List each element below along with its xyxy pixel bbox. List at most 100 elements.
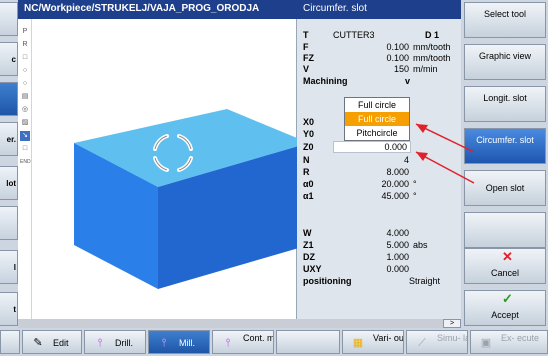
circle-icon[interactable]: ○ bbox=[20, 79, 30, 89]
left-softkey-7[interactable]: l bbox=[0, 250, 18, 284]
empty-bottom-softkey[interactable] bbox=[276, 330, 340, 354]
param-label: N bbox=[303, 155, 310, 165]
param-label: T bbox=[303, 30, 309, 40]
param-label: F bbox=[303, 42, 309, 52]
param-value[interactable]: 5.000 bbox=[337, 240, 409, 250]
panel-title: Circumfer. slot bbox=[297, 0, 461, 19]
param-value[interactable]: 0.100 bbox=[337, 53, 409, 63]
left-softkey-3[interactable] bbox=[0, 82, 18, 116]
dropdown-option-selected[interactable]: Full circle bbox=[345, 112, 409, 126]
open-slot-softkey[interactable]: Open slot bbox=[464, 170, 546, 206]
bottom-cut-softkey[interactable] bbox=[0, 330, 20, 354]
param-row-w: W 4.000 bbox=[297, 228, 461, 240]
execute-softkey[interactable]: ▣ Ex- ecute bbox=[470, 330, 548, 354]
program-path-title: NC/Workpiece/STRUKELJ/VAJA_PROG_ORODJA bbox=[18, 0, 297, 19]
param-label: FZ bbox=[303, 53, 314, 63]
contour-mill-icon: ⫯ bbox=[225, 337, 231, 349]
param-label: Machining bbox=[303, 76, 348, 86]
param-unit: m/min bbox=[413, 64, 438, 74]
param-value[interactable]: 45.000 bbox=[337, 191, 409, 201]
cancel-x-icon: ✕ bbox=[502, 249, 513, 264]
param-unit: mm/tooth bbox=[413, 42, 451, 52]
param-label: positioning bbox=[303, 276, 352, 286]
various-label: Vari- ous bbox=[373, 333, 404, 343]
hole-icon[interactable]: ◎ bbox=[20, 105, 30, 115]
accept-label: Accept bbox=[491, 310, 519, 320]
scroll-right-button[interactable]: > bbox=[443, 319, 461, 328]
cancel-softkey[interactable]: ✕ Cancel bbox=[464, 248, 546, 284]
circle-pocket-icon[interactable]: ○ bbox=[20, 66, 30, 76]
param-value[interactable]: 150 bbox=[337, 64, 409, 74]
pencil-icon: ✎ bbox=[33, 337, 43, 349]
param-label: Y0 bbox=[303, 129, 315, 139]
left-softkey-5[interactable]: lot bbox=[0, 166, 18, 200]
param-label: W bbox=[303, 228, 312, 238]
positioning-value[interactable]: Straight bbox=[409, 276, 440, 286]
left-softkey-6[interactable] bbox=[0, 206, 18, 240]
accept-softkey[interactable]: ✓ Accept bbox=[464, 290, 546, 326]
program-start-icon[interactable]: P bbox=[20, 27, 30, 37]
param-row-dz: DZ 1.000 bbox=[297, 252, 461, 264]
machining-value[interactable]: v bbox=[405, 76, 410, 86]
param-label: UXY bbox=[303, 264, 322, 274]
param-label: R bbox=[303, 167, 310, 177]
longit-slot-softkey[interactable]: Longit. slot bbox=[464, 86, 546, 122]
machining-dropdown[interactable]: Full circle Full circle Pitchcircle bbox=[344, 97, 410, 141]
param-row-machining: Machining v bbox=[297, 76, 461, 88]
param-label: Z1 bbox=[303, 240, 314, 250]
mill-softkey[interactable]: ⫯ Mill. bbox=[148, 330, 210, 354]
param-value[interactable]: 1.000 bbox=[337, 252, 409, 262]
tool-icon[interactable]: R bbox=[20, 40, 30, 50]
execute-icon: ▣ bbox=[480, 337, 492, 349]
left-softkey-4[interactable]: er. bbox=[0, 122, 18, 156]
param-row-uxy: UXY 0.000 bbox=[297, 264, 461, 276]
param-value[interactable]: 0.000 bbox=[337, 264, 409, 274]
various-softkey[interactable]: ▦ Vari- ous bbox=[342, 330, 404, 354]
param-unit: ° bbox=[413, 179, 417, 189]
param-value[interactable]: 8.000 bbox=[337, 167, 409, 177]
cont-mill-label: Cont. mill. bbox=[243, 333, 274, 343]
param-value[interactable]: 4.000 bbox=[337, 228, 409, 238]
dropdown-option[interactable]: Full circle bbox=[345, 98, 409, 112]
hatch-icon[interactable]: ▨ bbox=[20, 118, 30, 128]
drill-softkey[interactable]: ⫯ Drill. bbox=[84, 330, 146, 354]
frame-icon[interactable]: □ bbox=[20, 144, 30, 154]
param-value[interactable]: 20.000 bbox=[337, 179, 409, 189]
circumfer-slot-softkey[interactable]: Circumfer. slot bbox=[464, 128, 546, 164]
param-value[interactable]: 0.000 bbox=[333, 142, 407, 152]
left-softkey-2[interactable]: c bbox=[0, 42, 18, 76]
param-value[interactable]: 4 bbox=[337, 155, 409, 165]
mill-label: Mill. bbox=[179, 338, 195, 348]
slot-icon[interactable]: ▤ bbox=[20, 92, 30, 102]
accept-check-icon: ✓ bbox=[502, 291, 513, 306]
mill-icon: ⫯ bbox=[161, 337, 167, 349]
empty-softkey[interactable] bbox=[464, 212, 546, 248]
graphic-view: P R □ ○ ○ ▤ ◎ ▨ ↘ □ END bbox=[18, 19, 297, 319]
left-softkey-strip: c er. lot l t bbox=[0, 0, 18, 328]
left-softkey-1[interactable] bbox=[0, 2, 18, 36]
simulation-softkey[interactable]: ⟋ Simu- lation bbox=[406, 330, 468, 354]
param-unit: ° bbox=[413, 191, 417, 201]
right-softkey-strip: Select tool Graphic view Longit. slot Ci… bbox=[461, 0, 548, 328]
edit-softkey[interactable]: ✎ Edit bbox=[22, 330, 82, 354]
tool-edge-value[interactable]: D 1 bbox=[425, 30, 439, 40]
param-value[interactable]: 0.100 bbox=[337, 42, 409, 52]
param-label: α1 bbox=[303, 191, 314, 201]
select-tool-softkey[interactable]: Select tool bbox=[464, 2, 546, 38]
workpiece-3d-view bbox=[74, 109, 297, 289]
current-step-icon[interactable]: ↘ bbox=[20, 131, 30, 141]
program-end-icon[interactable]: END bbox=[20, 157, 31, 167]
cont-mill-softkey[interactable]: ⫯ Cont. mill. bbox=[212, 330, 274, 354]
graphic-view-softkey[interactable]: Graphic view bbox=[464, 44, 546, 80]
tool-name-value[interactable]: CUTTER3 bbox=[333, 30, 375, 40]
dropdown-option[interactable]: Pitchcircle bbox=[345, 126, 409, 140]
param-label: Z0 bbox=[303, 142, 314, 152]
param-row-z0: Z0 0.000 bbox=[297, 141, 461, 154]
execute-label: Ex- ecute bbox=[501, 333, 540, 343]
pocket-icon[interactable]: □ bbox=[20, 53, 30, 63]
param-row-t: T CUTTER3 D 1 bbox=[297, 30, 461, 42]
drill-label: Drill. bbox=[115, 338, 133, 348]
left-softkey-8[interactable]: t bbox=[0, 292, 18, 326]
simulation-label: Simu- lation bbox=[437, 333, 467, 343]
param-row-r: R 8.000 bbox=[297, 167, 461, 179]
